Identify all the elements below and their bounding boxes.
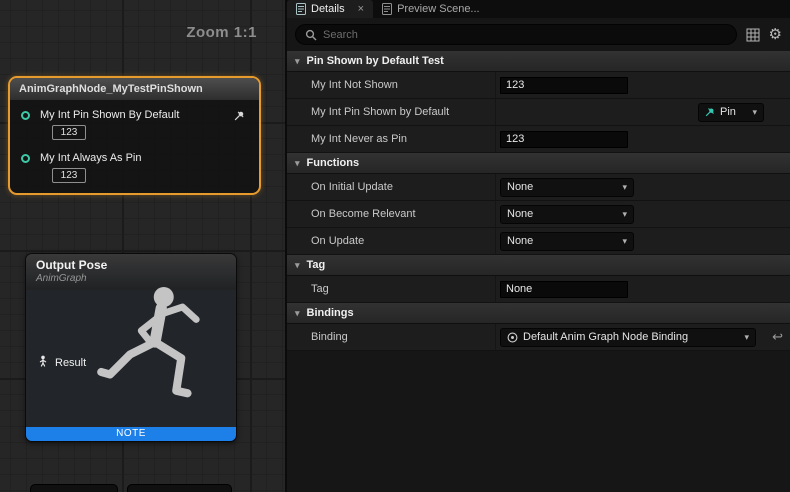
chevron-down-icon: ▾	[295, 56, 300, 67]
chevron-down-icon: ▾	[744, 332, 749, 343]
gear-icon[interactable]: ⚙	[769, 27, 782, 42]
tab-preview-scene[interactable]: Preview Scene...	[373, 0, 489, 18]
chevron-down-icon: ▾	[295, 308, 300, 319]
property-label: My Int Never as Pin	[287, 133, 495, 145]
dropdown-value: None	[507, 181, 533, 193]
section-title: Pin Shown by Default Test	[307, 55, 444, 67]
int-pin-icon[interactable]	[21, 154, 30, 163]
on-update-dropdown[interactable]: None ▾	[500, 232, 634, 251]
partial-node[interactable]	[127, 484, 232, 492]
dropdown-value: Default Anim Graph Node Binding	[523, 331, 688, 343]
pin-row: My Int Pin Shown By Default	[16, 109, 253, 121]
on-initial-update-dropdown[interactable]: None ▾	[500, 178, 634, 197]
section-title: Tag	[307, 259, 326, 271]
property-row: On Update None ▾	[287, 228, 790, 255]
property-row: My Int Pin Shown by Default Pin ▾	[287, 99, 790, 126]
details-toolbar: ⚙	[287, 18, 790, 51]
anim-graph-node-selected[interactable]: AnimGraphNode_MyTestPinShown My Int Pin …	[8, 76, 261, 195]
details-tab-icon	[296, 3, 306, 15]
result-pin-label: Result	[55, 357, 86, 369]
search-input[interactable]	[323, 29, 727, 41]
display-filter-grid-icon[interactable]	[746, 28, 760, 42]
result-pin[interactable]: Result	[37, 354, 86, 372]
binding-icon	[507, 332, 518, 343]
search-box[interactable]	[295, 24, 737, 45]
mannequin-preview-image	[90, 282, 230, 437]
property-label: On Initial Update	[287, 181, 495, 193]
chevron-down-icon: ▾	[295, 158, 300, 169]
chevron-down-icon: ▾	[622, 209, 627, 220]
property-row: Tag	[287, 276, 790, 303]
pin-default-value[interactable]: 123	[52, 168, 86, 183]
pin-label: My Int Pin Shown By Default	[40, 109, 179, 121]
pose-pin-icon	[37, 354, 49, 372]
tab-details[interactable]: Details ×	[287, 0, 373, 18]
binding-dropdown[interactable]: Default Anim Graph Node Binding ▾	[500, 328, 756, 347]
property-row: On Initial Update None ▾	[287, 174, 790, 201]
property-row: My Int Never as Pin	[287, 126, 790, 153]
close-icon[interactable]: ×	[358, 4, 364, 15]
pin-icon	[705, 107, 715, 117]
chevron-down-icon: ▾	[622, 236, 627, 247]
tag-input[interactable]	[500, 281, 628, 298]
node-title[interactable]: AnimGraphNode_MyTestPinShown	[10, 78, 259, 100]
node-title: Output Pose	[36, 258, 226, 272]
preview-scene-tab-icon	[382, 3, 392, 15]
pin-default-value[interactable]: 123	[52, 125, 86, 140]
chevron-down-icon: ▾	[622, 182, 627, 193]
property-label: My Int Not Shown	[287, 79, 495, 91]
pin-visibility-dropdown[interactable]: Pin ▾	[698, 103, 764, 122]
property-label: Binding	[287, 331, 495, 343]
property-label: On Become Relevant	[287, 208, 495, 220]
property-row: On Become Relevant None ▾	[287, 201, 790, 228]
property-row: Binding Default Anim Graph Node Binding …	[287, 324, 790, 351]
unreal-editor-window: Zoom 1:1 AnimGraphNode_MyTestPinShown My…	[0, 0, 790, 492]
search-icon	[305, 29, 317, 41]
reset-to-default-icon[interactable]: ↩	[772, 329, 783, 345]
thumbtack-icon[interactable]	[234, 110, 245, 121]
my-int-not-shown-input[interactable]	[500, 77, 628, 94]
property-list: ▾ Pin Shown by Default Test My Int Not S…	[287, 51, 790, 492]
anim-graph-canvas[interactable]: Zoom 1:1 AnimGraphNode_MyTestPinShown My…	[0, 0, 285, 492]
section-pin-shown-by-default-test[interactable]: ▾ Pin Shown by Default Test	[287, 51, 790, 72]
dropdown-value: None	[507, 235, 533, 247]
dropdown-value: Pin	[720, 106, 736, 118]
dropdown-value: None	[507, 208, 533, 220]
on-become-relevant-dropdown[interactable]: None ▾	[500, 205, 634, 224]
output-pose-node[interactable]: Output Pose AnimGraph	[25, 253, 237, 442]
tab-label: Preview Scene...	[397, 3, 480, 15]
section-bindings[interactable]: ▾ Bindings	[287, 303, 790, 324]
panel-tab-bar: Details × Preview Scene...	[287, 0, 790, 18]
property-label: My Int Pin Shown by Default	[287, 106, 495, 118]
tab-label: Details	[311, 3, 345, 15]
property-label: On Update	[287, 235, 495, 247]
section-tag[interactable]: ▾ Tag	[287, 255, 790, 276]
note-banner[interactable]: NOTE	[26, 427, 236, 441]
chevron-down-icon: ▾	[295, 260, 300, 271]
partial-node[interactable]	[30, 484, 118, 492]
pin-label: My Int Always As Pin	[40, 152, 141, 164]
zoom-level-label: Zoom 1:1	[186, 24, 257, 41]
int-pin-icon[interactable]	[21, 111, 30, 120]
property-label: Tag	[287, 283, 495, 295]
section-title: Bindings	[307, 307, 354, 319]
pin-row: My Int Always As Pin	[16, 152, 253, 164]
details-panel: Details × Preview Scene... ⚙	[285, 0, 790, 492]
property-row: My Int Not Shown	[287, 72, 790, 99]
chevron-down-icon: ▾	[752, 107, 757, 118]
section-functions[interactable]: ▾ Functions	[287, 153, 790, 174]
section-title: Functions	[307, 157, 360, 169]
my-int-never-as-pin-input[interactable]	[500, 131, 628, 148]
